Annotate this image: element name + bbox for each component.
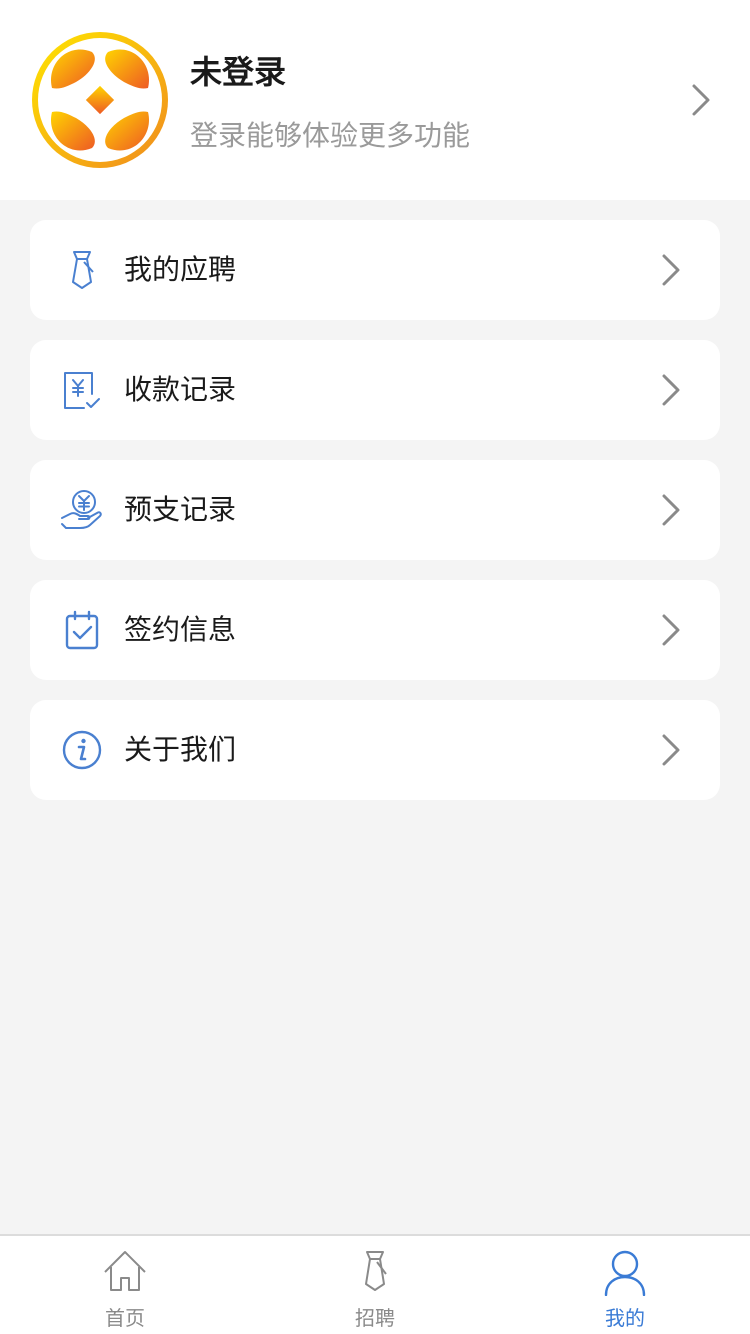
necktie-icon xyxy=(365,1251,387,1291)
bottom-tab-bar: 首页 招聘 我的 xyxy=(0,1234,750,1334)
chevron-right-icon xyxy=(662,494,680,526)
tab-label: 招聘 xyxy=(355,1306,395,1330)
tab-label: 首页 xyxy=(105,1306,145,1330)
menu-item-label: 关于我们 xyxy=(124,733,237,766)
menu-item-advances[interactable]: 预支记录 xyxy=(30,460,720,560)
profile-header[interactable]: 未登录 登录能够体验更多功能 xyxy=(0,0,750,200)
tab-label: 我的 xyxy=(605,1306,645,1330)
chevron-right-icon xyxy=(662,374,680,406)
receipt-yuan-icon xyxy=(64,372,100,409)
chevron-right-icon xyxy=(662,614,680,646)
tab-home[interactable]: 首页 xyxy=(0,1236,250,1334)
hand-yuan-icon xyxy=(61,490,102,529)
menu-item-contract[interactable]: 签约信息 xyxy=(30,580,720,680)
coin-logo-icon xyxy=(32,32,168,168)
menu-item-label: 预支记录 xyxy=(124,493,237,526)
tab-mine[interactable]: 我的 xyxy=(500,1236,750,1334)
necktie-icon xyxy=(72,251,94,289)
menu-item-about[interactable]: 关于我们 xyxy=(30,700,720,800)
calendar-check-icon xyxy=(65,610,99,650)
chevron-right-icon xyxy=(662,254,680,286)
chevron-right-icon xyxy=(692,84,710,116)
login-status: 未登录 xyxy=(190,53,287,91)
login-hint: 登录能够体验更多功能 xyxy=(190,119,471,152)
home-icon xyxy=(104,1251,146,1291)
chevron-right-icon xyxy=(662,734,680,766)
menu-item-label: 收款记录 xyxy=(124,373,237,406)
menu-item-label: 签约信息 xyxy=(124,613,237,646)
menu-item-applications[interactable]: 我的应聘 xyxy=(30,220,720,320)
menu-item-label: 我的应聘 xyxy=(124,253,237,286)
menu-item-payments[interactable]: 收款记录 xyxy=(30,340,720,440)
info-icon xyxy=(62,730,102,770)
user-icon xyxy=(604,1250,646,1296)
tab-jobs[interactable]: 招聘 xyxy=(250,1236,500,1334)
